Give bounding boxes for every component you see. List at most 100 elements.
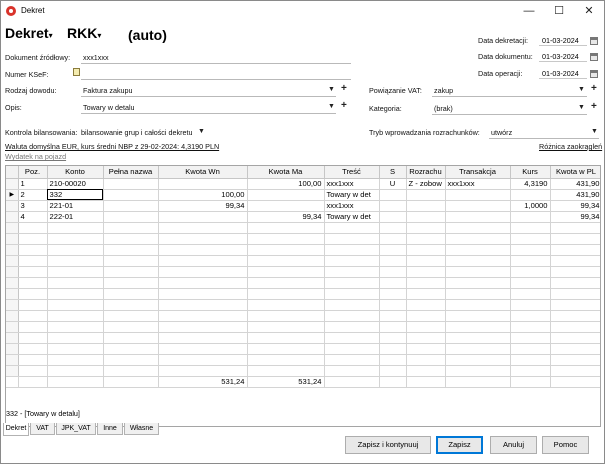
cell-kurs[interactable]: [510, 244, 551, 256]
table-row[interactable]: [6, 266, 600, 278]
column-header-konto[interactable]: Konto: [47, 166, 104, 179]
cell-kwota-wn[interactable]: 100,00: [158, 189, 248, 201]
cell-rozrachunek[interactable]: [406, 211, 446, 223]
cell-transakcja[interactable]: [445, 299, 511, 311]
cell-rozrachunek[interactable]: [406, 222, 446, 234]
vehicle-expense-link[interactable]: Wydatek na pojazd: [5, 152, 66, 161]
cell-poz[interactable]: [18, 310, 48, 322]
cell-kwota-pln[interactable]: [550, 321, 600, 333]
cell-tresc[interactable]: [324, 266, 380, 278]
cell-s[interactable]: [379, 310, 407, 322]
cell-konto[interactable]: [47, 365, 104, 377]
column-header-rozrachunek[interactable]: Rozrachu: [406, 166, 446, 179]
cell-konto[interactable]: 332: [47, 189, 104, 201]
cell-kwota-ma[interactable]: 100,00: [247, 178, 325, 190]
close-button[interactable]: ✕: [574, 1, 604, 21]
cell-kwota-pln[interactable]: [550, 222, 600, 234]
cell-rozrachunek[interactable]: [406, 255, 446, 267]
cell-konto[interactable]: 221-01: [47, 200, 104, 212]
cell-kwota-wn[interactable]: [158, 288, 248, 300]
table-row[interactable]: 1 210-00020 100,00 xxx1xxx U Z - zobow xxx1xxx…: [6, 178, 600, 190]
column-header-poz[interactable]: Poz.: [18, 166, 48, 179]
cell-kwota-pln[interactable]: [550, 277, 600, 289]
cell-s[interactable]: [379, 343, 407, 355]
cell-kwota-pln[interactable]: 99,34: [550, 200, 600, 212]
cell-pelna-nazwa[interactable]: [103, 299, 159, 311]
cell-s[interactable]: [379, 200, 407, 212]
cell-konto[interactable]: [47, 255, 104, 267]
cell-s[interactable]: [379, 244, 407, 256]
cell-kwota-ma[interactable]: [247, 255, 325, 267]
save-continue-button[interactable]: Zapisz i kontynuuj: [345, 436, 431, 454]
balance-control-dropdown[interactable]: bilansowanie grup i całości dekretu: [81, 128, 192, 137]
cell-poz[interactable]: [18, 288, 48, 300]
cell-konto[interactable]: [47, 299, 104, 311]
table-row[interactable]: 3 221-01 99,34 xxx1xxx 1,0000 99,34: [6, 200, 600, 212]
cell-rozrachunek[interactable]: [406, 200, 446, 212]
cell-transakcja[interactable]: [445, 288, 511, 300]
cell-tresc[interactable]: [324, 321, 380, 333]
cell-s[interactable]: [379, 365, 407, 377]
source-document-input[interactable]: xxx1xxx: [83, 53, 109, 62]
date-posting-input[interactable]: 01-03-2024: [539, 35, 587, 46]
cell-kurs[interactable]: [510, 354, 551, 366]
cell-kwota-pln[interactable]: [550, 354, 600, 366]
add-icon[interactable]: +: [341, 101, 347, 111]
cell-poz[interactable]: [18, 365, 48, 377]
cell-poz[interactable]: [18, 233, 48, 245]
cell-kwota-ma[interactable]: [247, 266, 325, 278]
cell-rozrachunek[interactable]: [406, 288, 446, 300]
cell-poz[interactable]: [18, 343, 48, 355]
cell-kwota-pln[interactable]: [550, 310, 600, 322]
cell-tresc[interactable]: [324, 332, 380, 344]
cell-kurs[interactable]: [510, 343, 551, 355]
cell-kurs[interactable]: 1,0000: [510, 200, 551, 212]
cell-pelna-nazwa[interactable]: [103, 222, 159, 234]
cell-rozrachunek[interactable]: [406, 321, 446, 333]
cell-kwota-ma[interactable]: [247, 233, 325, 245]
cell-pelna-nazwa[interactable]: [103, 244, 159, 256]
cell-kurs[interactable]: [510, 332, 551, 344]
calendar-icon[interactable]: [590, 37, 598, 45]
cell-transakcja[interactable]: [445, 277, 511, 289]
cell-rozrachunek[interactable]: [406, 310, 446, 322]
table-row[interactable]: [6, 343, 600, 355]
cell-konto[interactable]: 210-00020: [47, 178, 104, 190]
cell-tresc[interactable]: [324, 354, 380, 366]
cell-kwota-pln[interactable]: [550, 365, 600, 377]
cell-kurs[interactable]: [510, 222, 551, 234]
cell-kurs[interactable]: 4,3190: [510, 178, 551, 190]
table-row[interactable]: [6, 233, 600, 245]
cell-rozrachunek[interactable]: [406, 266, 446, 278]
tab-wlasne[interactable]: Własne: [124, 423, 159, 435]
cell-kwota-ma[interactable]: [247, 222, 325, 234]
column-header-kurs[interactable]: Kurs: [510, 166, 551, 179]
cell-kwota-pln[interactable]: [550, 332, 600, 344]
cell-konto[interactable]: [47, 321, 104, 333]
cell-pelna-nazwa[interactable]: [103, 365, 159, 377]
cell-rozrachunek[interactable]: [406, 343, 446, 355]
table-row[interactable]: ▶ 2 332 100,00 Towary w det 431,90: [6, 189, 600, 201]
cell-kwota-ma[interactable]: [247, 332, 325, 344]
cell-kurs[interactable]: [510, 255, 551, 267]
cell-kurs[interactable]: [510, 299, 551, 311]
cell-kwota-ma[interactable]: [247, 277, 325, 289]
cell-kwota-wn[interactable]: [158, 255, 248, 267]
help-button[interactable]: Pomoc: [542, 436, 589, 454]
cell-pelna-nazwa[interactable]: [103, 189, 159, 201]
cell-transakcja[interactable]: [445, 310, 511, 322]
cell-kurs[interactable]: [510, 189, 551, 201]
cell-kwota-pln[interactable]: [550, 255, 600, 267]
table-row[interactable]: [6, 321, 600, 333]
cell-tresc[interactable]: [324, 255, 380, 267]
cell-kwota-ma[interactable]: [247, 365, 325, 377]
table-row[interactable]: [6, 354, 600, 366]
cell-rozrachunek[interactable]: [406, 244, 446, 256]
cell-konto[interactable]: [47, 310, 104, 322]
column-header-tresc[interactable]: Treść: [324, 166, 380, 179]
cell-tresc[interactable]: xxx1xxx: [324, 200, 380, 212]
cell-transakcja[interactable]: [445, 211, 511, 223]
cell-tresc[interactable]: [324, 343, 380, 355]
entries-grid[interactable]: Poz. Konto Pełna nazwa Kwota Wn Kwota Ma…: [5, 165, 601, 427]
cell-konto[interactable]: [47, 288, 104, 300]
